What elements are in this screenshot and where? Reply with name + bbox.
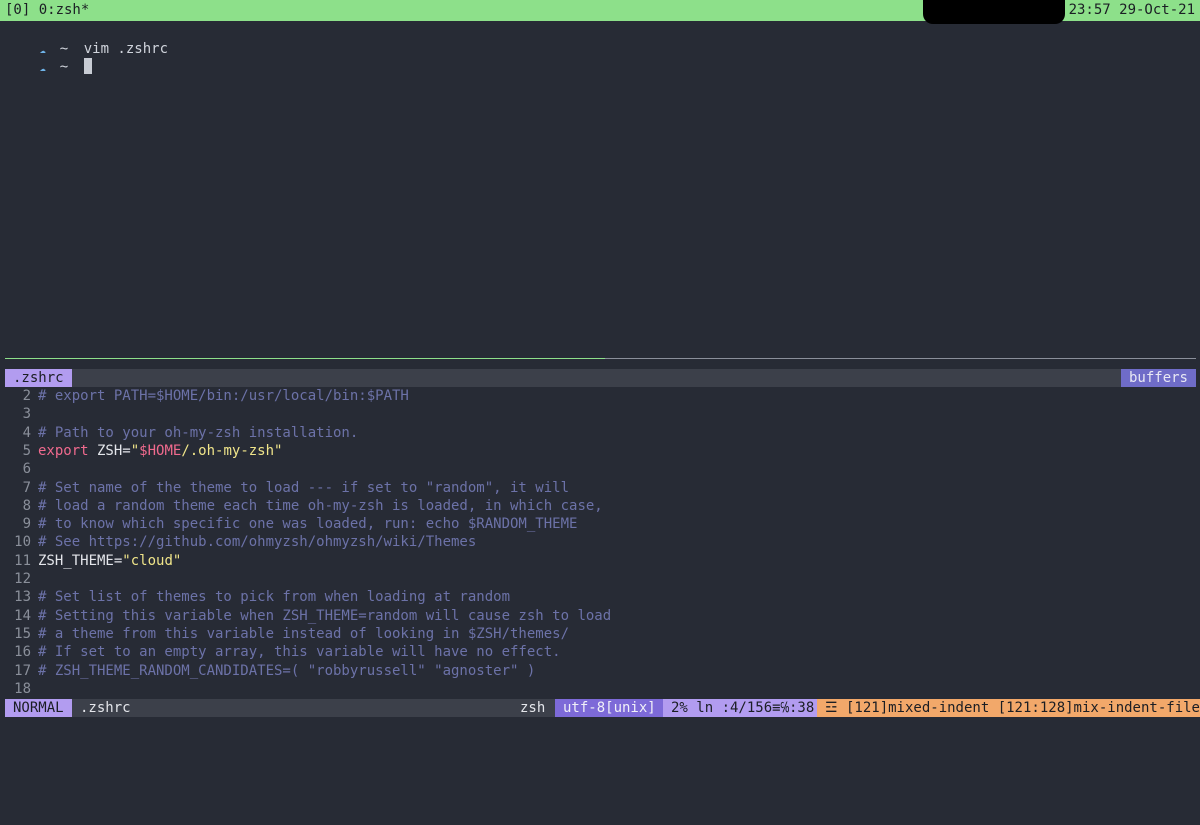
code-line[interactable]: 3 [5, 405, 38, 423]
code-segment: # a theme from this variable instead of … [38, 626, 570, 642]
code-segment: $HOME [139, 443, 182, 459]
code-line[interactable]: 16 # If set to an empty array, this varia… [5, 643, 561, 661]
code-line[interactable]: 12 [5, 570, 38, 588]
line-number: 5 [22, 443, 31, 459]
code-segment: export [38, 443, 89, 459]
line-number: 17 [14, 663, 31, 679]
code-line[interactable]: 10 # See https://github.com/ohmyzsh/ohmyz… [5, 533, 476, 551]
code-line[interactable]: 8 # load a random theme each time oh-my-z… [5, 497, 603, 515]
line-number: 14 [14, 608, 31, 624]
line-number: 2 [22, 388, 31, 404]
shell-prompt-line: ☁ ~ vim .zshrc [6, 21, 168, 57]
line-number: 8 [22, 498, 31, 514]
code-line[interactable]: 5 export ZSH="$HOME/.oh-my-zsh" [5, 442, 283, 460]
code-line[interactable]: 2 # export PATH=$HOME/bin:/usr/local/bin:… [5, 387, 409, 405]
code-segment: # load a random theme each time oh-my-zs… [38, 498, 603, 514]
code-segment: "cloud" [122, 553, 182, 569]
code-line[interactable]: 9 # to know which specific one was loaded… [5, 515, 578, 533]
code-line[interactable]: 7 # Set name of the theme to load --- if … [5, 479, 569, 497]
line-number: 3 [22, 406, 31, 422]
code-segment: # Set list of themes to pick from when l… [38, 589, 511, 605]
statusline-filename: .zshrc [80, 700, 131, 716]
shell-prompt-line: ☁ ~ [6, 39, 92, 75]
statusline-encoding: utf-8[unix] [555, 699, 664, 717]
cloud-icon: ☁ [39, 63, 46, 74]
line-number: 16 [14, 644, 31, 660]
code-segment: # Set name of the theme to load --- if s… [38, 480, 570, 496]
terminal-cursor [83, 58, 92, 74]
code-segment: # ZSH_THEME_RANDOM_CANDIDATES=( "robbyru… [38, 663, 536, 679]
code-line[interactable]: 15 # a theme from this variable instead o… [5, 625, 569, 643]
tmux-window-label[interactable]: [0] 0:zsh* [5, 0, 89, 21]
code-line[interactable]: 18 [5, 680, 38, 698]
code-line[interactable]: 17 # ZSH_THEME_RANDOM_CANDIDATES=( "robby… [5, 662, 535, 680]
code-segment: ZSH= [88, 443, 131, 459]
tab-current-buffer[interactable]: .zshrc [5, 369, 72, 387]
code-line[interactable]: 6 [5, 460, 38, 478]
line-number: 4 [22, 425, 31, 441]
code-segment: # Setting this variable when ZSH_THEME=r… [38, 608, 612, 624]
shell-pane[interactable]: ☁ ~ vim .zshrc ☁ ~ [0, 21, 1200, 358]
code-segment: # If set to an empty array, this variabl… [38, 644, 561, 660]
line-number: 11 [14, 553, 31, 569]
prompt-directory: ~ [59, 59, 69, 75]
code-line[interactable]: 11 ZSH_THEME="cloud" [5, 552, 181, 570]
code-segment: # to know which specific one was loaded,… [38, 516, 578, 532]
code-line[interactable]: 14 # Setting this variable when ZSH_THEME… [5, 607, 611, 625]
line-number: 9 [22, 516, 31, 532]
line-number: 15 [14, 626, 31, 642]
code-segment: ZSH_THEME= [38, 553, 123, 569]
vim-mode-indicator: NORMAL [5, 699, 72, 717]
line-number: 12 [14, 571, 31, 587]
line-number: 18 [14, 681, 31, 697]
code-line[interactable]: 4 # Path to your oh-my-zsh installation. [5, 424, 359, 442]
statusline-position: 2% ln :4/156≡℅:38 [663, 699, 823, 717]
vim-tabline: .zshrc buffers [5, 369, 1196, 387]
line-number: 13 [14, 589, 31, 605]
tmux-status-bar: [0] 0:zsh* 23:57 29-Oct-21 [0, 0, 1200, 24]
code-segment: /.oh-my-zsh" [181, 443, 283, 459]
tmux-clock: 23:57 29-Oct-21 [1068, 2, 1195, 18]
code-segment: " [130, 443, 140, 459]
pane-divider-active [5, 358, 605, 359]
line-number: 10 [14, 534, 31, 550]
code-segment: # See https://github.com/ohmyzsh/ohmyzsh… [38, 534, 477, 550]
shell-command: vim .zshrc [83, 41, 169, 57]
vim-editor[interactable]: 2 # export PATH=$HOME/bin:/usr/local/bin:… [5, 387, 1196, 699]
code-segment: # Path to your oh-my-zsh installation. [38, 425, 359, 441]
line-number: 6 [22, 461, 31, 477]
vim-statusline: NORMAL .zshrc zsh utf-8[unix] 2% ln :4/1… [5, 699, 1200, 717]
line-number: 7 [22, 480, 31, 496]
buffers-label[interactable]: buffers [1120, 369, 1196, 387]
code-segment: # export PATH=$HOME/bin:/usr/local/bin:$… [38, 388, 409, 404]
code-line[interactable]: 13 # Set list of themes to pick from when… [5, 588, 510, 606]
statusline-indent-warning: ☲ [121]mixed-indent [121:128]mix-indent-… [817, 699, 1200, 717]
statusline-filetype: zsh [520, 700, 546, 716]
